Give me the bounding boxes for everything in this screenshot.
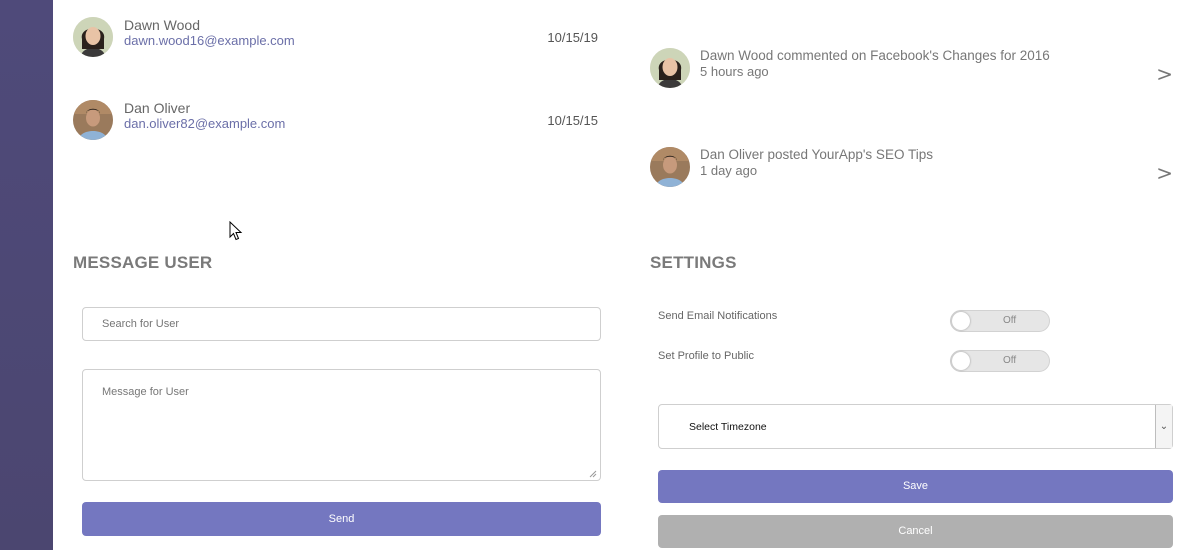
member-date: 10/15/15 [547, 113, 598, 128]
timezone-value: Select Timezone [689, 421, 767, 433]
search-user-input[interactable] [82, 307, 601, 341]
activity-item[interactable]: Dawn Wood commented on Facebook's Change… [650, 48, 1175, 90]
chevron-right-icon[interactable]: > [1156, 161, 1173, 185]
member-row[interactable]: Dan Oliver dan.oliver82@example.com 10/1… [73, 100, 598, 144]
email-notifications-label: Send Email Notifications [658, 310, 778, 322]
member-date: 10/15/19 [547, 30, 598, 45]
avatar [650, 147, 690, 187]
mouse-cursor-icon [229, 221, 243, 241]
sidebar [0, 0, 53, 550]
settings-heading: SETTINGS [650, 253, 737, 272]
activity-item[interactable]: Dan Oliver posted YourApp's SEO Tips 1 d… [650, 147, 1175, 189]
activity-text: Dan Oliver posted YourApp's SEO Tips [700, 147, 933, 162]
resize-handle-icon[interactable] [589, 470, 597, 478]
toggle-state: Off [1003, 315, 1017, 326]
message-user-heading: MESSAGE USER [73, 253, 213, 272]
activity-time: 1 day ago [700, 163, 758, 178]
activity-time: 5 hours ago [700, 64, 769, 79]
activity-text: Dawn Wood commented on Facebook's Change… [700, 48, 1050, 63]
chevron-right-icon[interactable]: > [1156, 62, 1173, 86]
toggle-knob [952, 352, 970, 370]
chevron-down-icon[interactable]: ⌄ [1155, 405, 1172, 448]
message-placeholder: Message for User [102, 386, 189, 398]
member-name: Dawn Wood [124, 17, 201, 33]
cancel-button[interactable]: Cancel [658, 515, 1173, 548]
avatar [73, 100, 113, 140]
public-profile-toggle[interactable]: Off [950, 350, 1050, 372]
public-profile-label: Set Profile to Public [658, 350, 754, 362]
toggle-knob [952, 312, 970, 330]
message-textarea[interactable]: Message for User [82, 369, 601, 481]
member-row[interactable]: Dawn Wood dawn.wood16@example.com 10/15/… [73, 17, 598, 61]
avatar [73, 17, 113, 57]
member-email[interactable]: dawn.wood16@example.com [124, 33, 295, 48]
timezone-select[interactable]: Select Timezone ⌄ [658, 404, 1173, 449]
member-email[interactable]: dan.oliver82@example.com [124, 116, 285, 131]
toggle-state: Off [1003, 355, 1017, 366]
avatar [650, 48, 690, 88]
save-button[interactable]: Save [658, 470, 1173, 503]
email-notifications-toggle[interactable]: Off [950, 310, 1050, 332]
member-name: Dan Oliver [124, 100, 191, 116]
send-button[interactable]: Send [82, 502, 601, 536]
